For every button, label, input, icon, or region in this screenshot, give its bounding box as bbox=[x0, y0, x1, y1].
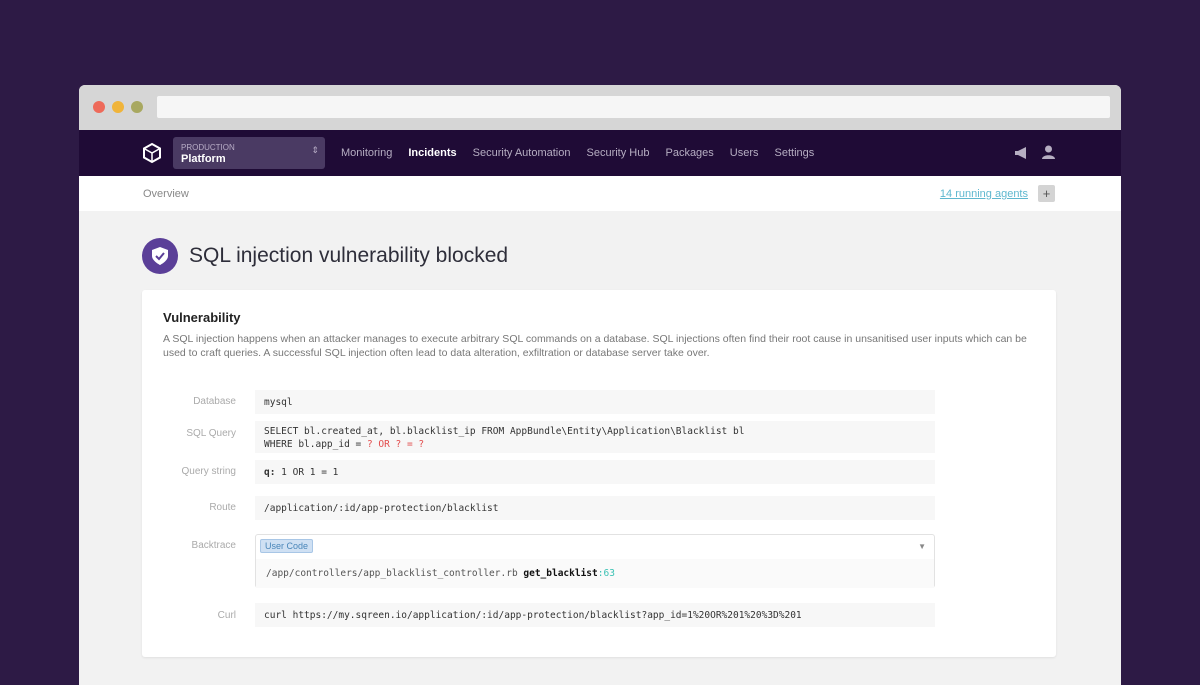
curl-value: curl https://my.sqreen.io/application/:i… bbox=[255, 603, 935, 627]
nav-incidents[interactable]: Incidents bbox=[408, 147, 456, 159]
card-description: A SQL injection happens when an attacker… bbox=[163, 333, 1027, 359]
bt-function: get_blacklist bbox=[523, 568, 598, 579]
vulnerability-card: Vulnerability A SQL injection happens wh… bbox=[142, 290, 1056, 657]
query-string-label: Query string bbox=[181, 466, 236, 477]
nav-users[interactable]: Users bbox=[730, 147, 759, 159]
bt-file: /app/controllers/app_blacklist_controlle… bbox=[266, 568, 524, 579]
nav-packages[interactable]: Packages bbox=[665, 147, 713, 159]
user-code-tag[interactable]: User Code bbox=[260, 539, 314, 553]
add-agent-button[interactable]: + bbox=[1038, 185, 1055, 202]
page-header: SQL injection vulnerability blocked bbox=[142, 238, 508, 274]
minimize-window-button[interactable] bbox=[112, 101, 124, 113]
database-label: Database bbox=[193, 396, 236, 407]
shield-check-icon bbox=[142, 238, 178, 274]
nav-security-hub[interactable]: Security Hub bbox=[587, 147, 650, 159]
backtrace-line: /app/controllers/app_blacklist_controlle… bbox=[256, 559, 934, 588]
browser-chrome bbox=[79, 85, 1121, 130]
qs-key: q: bbox=[264, 467, 276, 478]
user-icon[interactable] bbox=[1042, 145, 1055, 159]
env-label: PRODUCTION bbox=[181, 143, 235, 152]
address-bar[interactable] bbox=[157, 96, 1110, 118]
sql-line-2: WHERE bl.app_id = bbox=[264, 439, 367, 450]
route-label: Route bbox=[209, 502, 236, 513]
environment-selector[interactable]: PRODUCTION Platform ⇕ bbox=[173, 137, 325, 169]
megaphone-icon[interactable] bbox=[1014, 147, 1028, 159]
chevron-updown-icon: ⇕ bbox=[311, 145, 319, 155]
sqreen-logo-icon[interactable] bbox=[141, 142, 163, 164]
nav-settings[interactable]: Settings bbox=[775, 147, 815, 159]
page-title: SQL injection vulnerability blocked bbox=[189, 244, 509, 267]
nav-monitoring[interactable]: Monitoring bbox=[341, 147, 392, 159]
backtrace-box[interactable]: User Code ▼ /app/controllers/app_blackli… bbox=[255, 534, 935, 588]
env-value: Platform bbox=[181, 153, 226, 165]
sql-query-value: SELECT bl.created_at, bl.blacklist_ip FR… bbox=[255, 421, 935, 453]
sql-injected-part: ? OR ? = ? bbox=[366, 439, 425, 450]
browser-window: PRODUCTION Platform ⇕ Monitoring Inciden… bbox=[79, 85, 1121, 685]
top-nav: PRODUCTION Platform ⇕ Monitoring Inciden… bbox=[79, 130, 1121, 176]
database-value: mysql bbox=[255, 390, 935, 414]
backtrace-label: Backtrace bbox=[191, 540, 236, 551]
curl-label: Curl bbox=[217, 610, 236, 621]
maximize-window-button[interactable] bbox=[131, 101, 143, 113]
close-window-button[interactable] bbox=[93, 101, 105, 113]
nav-security-automation[interactable]: Security Automation bbox=[473, 147, 571, 159]
route-value: /application/:id/app-protection/blacklis… bbox=[255, 496, 935, 520]
sql-query-label: SQL Query bbox=[186, 428, 236, 439]
breadcrumb-overview[interactable]: Overview bbox=[143, 188, 189, 200]
bt-line-number: :63 bbox=[597, 568, 615, 579]
query-string-value: q: 1 OR 1 = 1 bbox=[255, 460, 935, 484]
qs-value: 1 OR 1 = 1 bbox=[275, 467, 339, 478]
running-agents-link[interactable]: 14 running agents bbox=[940, 188, 1028, 200]
sub-bar: Overview 14 running agents + bbox=[79, 176, 1121, 211]
chevron-down-icon[interactable]: ▼ bbox=[918, 542, 926, 551]
sql-line-1: SELECT bl.created_at, bl.blacklist_ip FR… bbox=[264, 426, 745, 437]
card-heading: Vulnerability bbox=[163, 310, 241, 325]
